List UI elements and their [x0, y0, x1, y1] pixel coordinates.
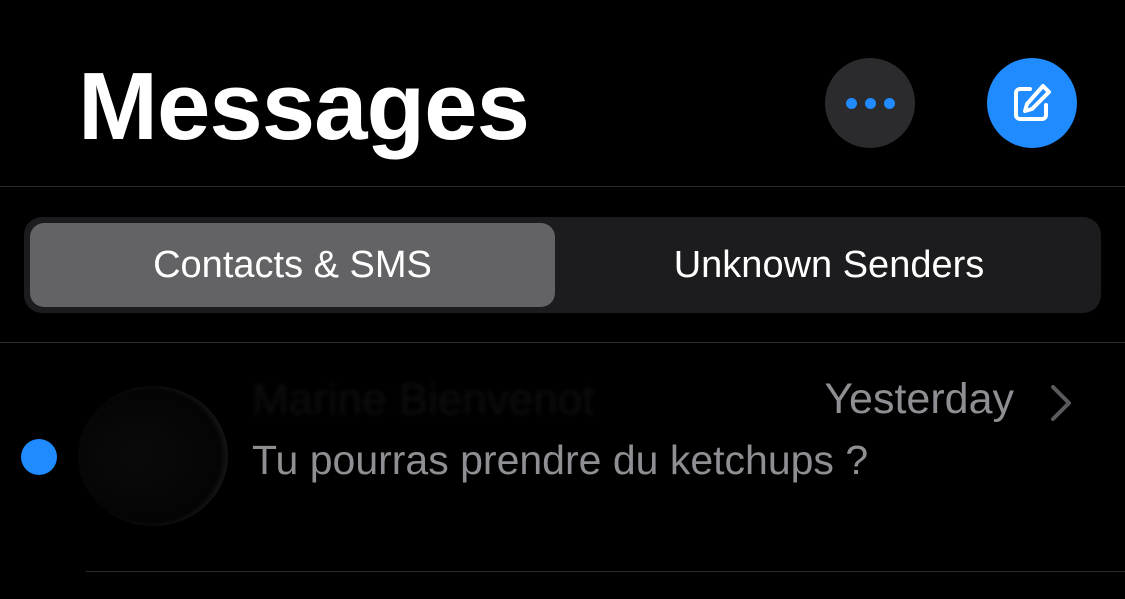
- compose-icon: [1014, 84, 1051, 121]
- ellipsis-icon: [864, 97, 876, 109]
- message-preview: Tu pourras prendre du ketchups ?: [252, 437, 869, 483]
- divider: [86, 571, 1125, 572]
- message-time: Yesterday: [824, 375, 1014, 423]
- ellipsis-icon: [845, 97, 857, 109]
- ellipsis-icon: [883, 97, 895, 109]
- tab-unknown-senders[interactable]: Unknown Senders: [564, 223, 1094, 307]
- chevron-right-icon: [1051, 385, 1071, 421]
- conversation-row[interactable]: Marine Bienvenot Yesterday Tu pourras pr…: [0, 343, 1125, 571]
- divider: [0, 186, 1125, 187]
- avatar: [78, 386, 228, 526]
- header: Messages: [0, 0, 1125, 187]
- unread-indicator: [21, 439, 57, 475]
- tab-contacts-sms[interactable]: Contacts & SMS: [30, 223, 555, 307]
- filter-segmented-control: Contacts & SMS Unknown Senders: [24, 217, 1101, 313]
- sender-name: Marine Bienvenot: [252, 375, 595, 424]
- more-options-button[interactable]: [825, 58, 915, 148]
- page-title: Messages: [78, 53, 530, 160]
- compose-button[interactable]: [987, 58, 1077, 148]
